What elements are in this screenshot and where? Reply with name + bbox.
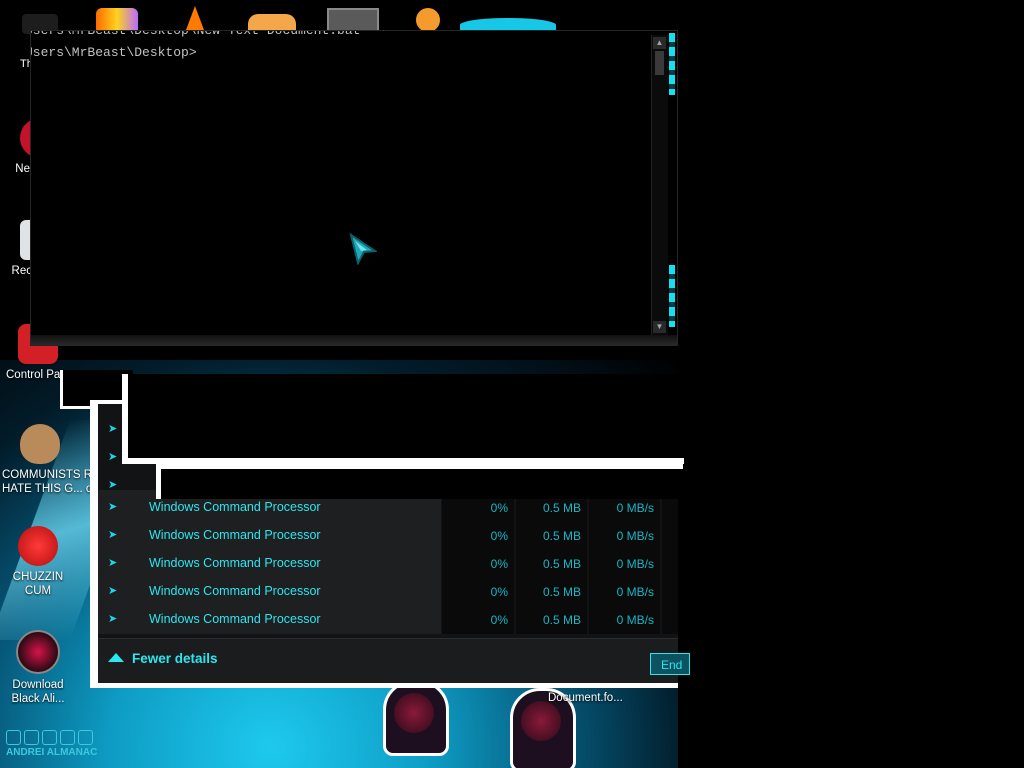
cmd-line-previous: Users\MrBeast\Desktop\New Text Document.… <box>31 31 645 42</box>
window-frame-accent-bottom <box>669 265 675 327</box>
disk-value: 0 MB/s <box>589 522 660 550</box>
vlc-cone-icon[interactable] <box>186 6 204 30</box>
network-value <box>662 578 678 606</box>
process-name: Windows Command Processor <box>149 612 321 626</box>
desktop-icon-label: Download Black Ali... <box>11 679 65 705</box>
end-task-button[interactable]: End task <box>650 653 690 675</box>
scroll-up-button[interactable]: ▲ <box>653 37 666 49</box>
desktop-icon-communists[interactable]: COMMUNISTS R HATE THIS G... o <box>0 424 100 496</box>
expand-arrow-icon[interactable]: ➤ <box>108 614 118 625</box>
memory-value: 0.5 MB <box>516 606 587 634</box>
table-row[interactable]: ➤ Windows Command Processor 0% 0.5 MB 0 … <box>98 578 678 606</box>
network-value <box>662 522 678 550</box>
cpu-value: 0% <box>442 578 514 606</box>
expand-arrow-icon[interactable]: ➤ <box>108 502 118 513</box>
desktop-icon-document-label[interactable]: Document.fo... <box>548 692 623 704</box>
fewer-details-label: Fewer details <box>132 651 218 666</box>
disk-value: 0 MB/s <box>589 606 660 634</box>
cmd-prompt: Users\MrBeast\Desktop> <box>31 45 197 60</box>
expand-arrow-icon[interactable]: ➤ <box>108 530 118 541</box>
wallpaper-sneaker-left <box>383 680 449 756</box>
table-row[interactable]: ➤ Windows Command Processor 0% 0.5 MB 0 … <box>98 550 678 578</box>
process-name: Windows Command Processor <box>149 584 321 598</box>
desktop-icon-black-alien[interactable]: Download Black Ali... <box>2 630 74 706</box>
network-value <box>662 550 678 578</box>
money-bag-icon <box>20 424 60 464</box>
memory-value: 0.5 MB <box>516 522 587 550</box>
process-name: Windows Command Processor <box>149 556 321 570</box>
wallpaper-brand: ANDREI ALMANAC <box>6 730 97 758</box>
memory-value: 0.5 MB <box>516 550 587 578</box>
instagram-icon <box>24 730 39 745</box>
process-name: Windows Command Processor <box>149 528 321 542</box>
table-row[interactable]: ➤ Windows Command Processor 0% 0.5 MB 0 … <box>98 522 678 550</box>
social-icons <box>6 730 97 745</box>
facebook-icon <box>6 730 21 745</box>
expand-arrow-icon[interactable]: ➤ <box>108 586 118 597</box>
expand-arrow-icon[interactable]: ➤ <box>108 424 118 435</box>
expand-arrow-icon[interactable]: ➤ <box>108 558 118 569</box>
orange-avatar-icon[interactable] <box>416 8 440 32</box>
scroll-thumb[interactable] <box>655 51 664 75</box>
process-name: Windows Command Processor <box>149 500 321 514</box>
network-value <box>662 606 678 634</box>
desktop-right-area <box>678 0 1024 768</box>
disk-value: 0 MB/s <box>589 550 660 578</box>
chevron-up-icon <box>108 652 124 662</box>
mouse-cursor-icon <box>349 233 377 265</box>
brand-name: ANDREI ALMANAC <box>6 747 98 758</box>
table-row[interactable]: ➤ Windows Command Processor 0% 0.5 MB 0 … <box>98 606 678 634</box>
desktop-icon-label: CHUZZIN CUM <box>12 571 64 597</box>
disk-value: 0 MB/s <box>589 578 660 606</box>
cmd-console-output[interactable]: Users\MrBeast\Desktop\New Text Document.… <box>31 31 651 331</box>
fewer-details-button[interactable]: Fewer details <box>108 651 218 666</box>
artstation-icon <box>60 730 75 745</box>
expand-arrow-icon[interactable]: ➤ <box>108 480 118 491</box>
cmd-scrollbar[interactable]: ▲ ▼ <box>651 35 668 335</box>
overlapping-window[interactable] <box>156 464 683 499</box>
black-alien-icon <box>16 630 60 674</box>
scroll-down-button[interactable]: ▼ <box>653 321 666 333</box>
expand-arrow-icon[interactable]: ➤ <box>108 452 118 463</box>
desktop-icon-chuzzin[interactable]: CHUZZIN CUM <box>2 526 74 598</box>
twitter-icon <box>78 730 93 745</box>
window-frame-accent-top <box>669 33 675 95</box>
cpu-value: 0% <box>442 522 514 550</box>
desktop-icon-label: COMMUNISTS R HATE THIS G... o <box>2 469 93 495</box>
cpu-value: 0% <box>442 606 514 634</box>
cmd-window[interactable]: Users\MrBeast\Desktop\New Text Document.… <box>30 30 678 346</box>
memory-value: 0.5 MB <box>516 578 587 606</box>
foreground-window[interactable] <box>122 374 684 464</box>
steam-icon <box>42 730 57 745</box>
task-manager-footer: Fewer details End task <box>98 638 690 683</box>
red-monster-icon <box>18 526 58 566</box>
cmd-bottom-edge <box>31 335 677 345</box>
cpu-value: 0% <box>442 550 514 578</box>
